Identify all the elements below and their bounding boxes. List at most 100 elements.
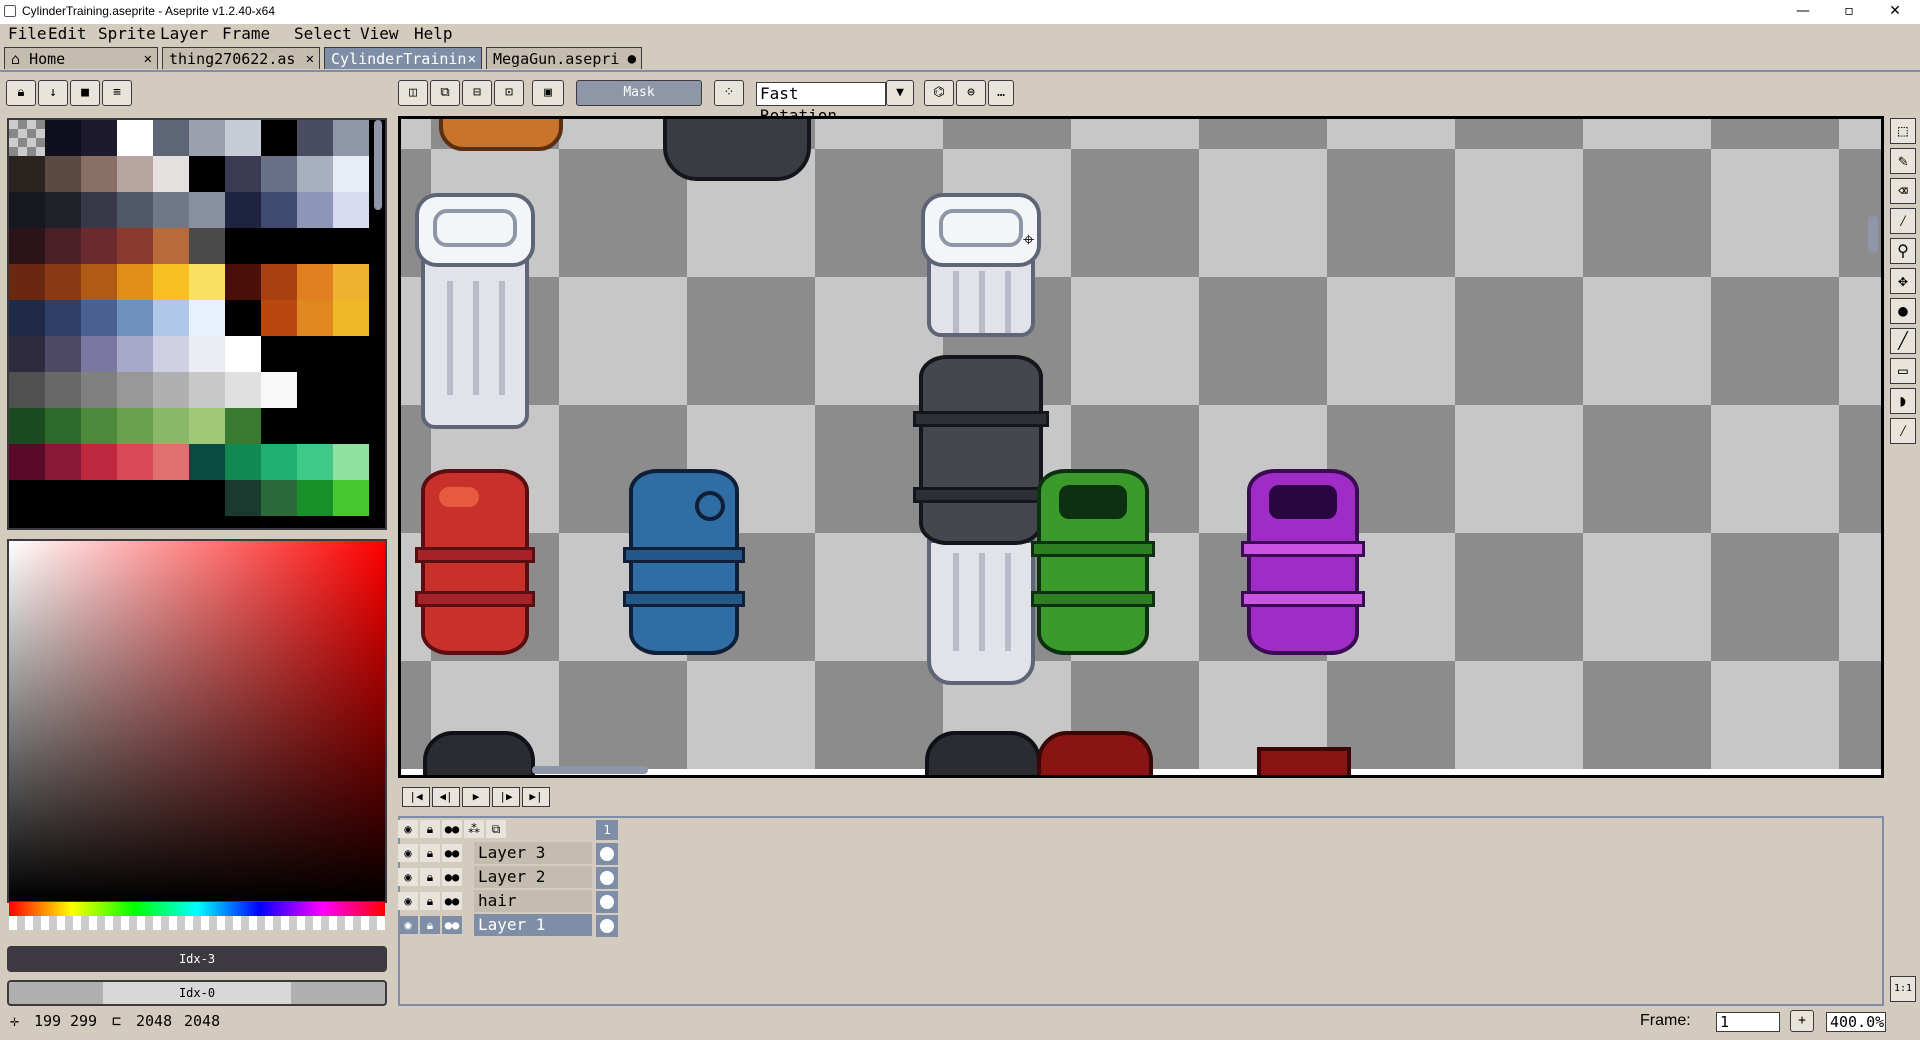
palette-swatch[interactable] [297,192,333,228]
down-arrow-icon[interactable]: ↓ [38,80,68,106]
palette-swatch[interactable] [261,300,297,336]
palette-swatch[interactable] [81,408,117,444]
palette-swatch[interactable] [261,336,297,372]
selection-replace-icon[interactable]: ◫ [398,80,428,106]
eye-icon[interactable]: ◉ [398,844,418,862]
layers-icon[interactable]: ⧉ [486,820,506,838]
menu-sprite[interactable]: Sprite [98,24,156,44]
move-icon[interactable]: ✥ [1890,268,1916,294]
palette-swatch[interactable] [297,300,333,336]
palette-swatch[interactable] [9,120,45,156]
eye-icon[interactable]: ◉ [398,916,418,934]
last-frame-icon[interactable]: ▶| [522,787,550,807]
menu-file[interactable]: File [8,24,47,44]
palette-swatch[interactable] [225,444,261,480]
pivot-icon[interactable]: ▣ [532,80,564,106]
palette-swatch[interactable] [81,228,117,264]
cel[interactable] [596,867,618,889]
add-frame-button[interactable]: + [1790,1010,1814,1032]
continuous-icon[interactable]: ●● [442,892,462,910]
palette-swatch[interactable] [225,192,261,228]
palette-swatch[interactable] [333,120,369,156]
palette-swatch[interactable] [297,120,333,156]
selection-intersect-icon[interactable]: ⊡ [494,80,524,106]
palette-swatch[interactable] [117,372,153,408]
tab-cylinder-training[interactable]: CylinderTrainin ✕ [324,47,482,69]
palette-swatch[interactable] [261,120,297,156]
palette-swatch[interactable] [297,408,333,444]
onion-skin-icon[interactable]: ⁂ [464,820,484,838]
palette-swatch[interactable] [45,300,81,336]
palette-swatch[interactable] [153,480,189,516]
lock-icon[interactable]: 🔒︎ [420,868,440,886]
palette-swatch[interactable] [9,156,45,192]
eye-icon[interactable]: ◉ [398,820,418,838]
lock-icon[interactable]: 🔒︎ [420,820,440,838]
layer-row[interactable]: ◉ 🔒︎ ●● Layer 3 [398,842,620,865]
palette-swatch[interactable] [333,336,369,372]
color-spectrum[interactable] [7,539,387,903]
palette-swatch[interactable] [153,336,189,372]
selection-add-icon[interactable]: ⧉ [430,80,460,106]
layer-row-selected[interactable]: ◉ 🔒︎ ●● Layer 1 [398,914,620,937]
tab-megagun[interactable]: MegaGun.asepri ● [486,47,642,69]
palette-swatch[interactable] [225,480,261,516]
palette-swatch[interactable] [9,228,45,264]
selection-subtract-icon[interactable]: ⊟ [462,80,492,106]
close-window-button[interactable]: ✕ [1872,0,1918,24]
palette-swatch[interactable] [153,444,189,480]
zoom-icon[interactable]: ⚲ [1890,238,1916,264]
palette-swatch[interactable] [189,156,225,192]
palette-swatch[interactable] [225,264,261,300]
palette-swatch[interactable] [333,480,369,516]
palette-swatch[interactable] [117,408,153,444]
previous-frame-icon[interactable]: ◀| [432,787,460,807]
palette-swatch[interactable] [297,156,333,192]
sprite-canvas[interactable]: ⌖ [398,116,1884,778]
palette-swatch[interactable] [45,372,81,408]
frame-header[interactable]: 1 [596,820,618,840]
palette-swatch[interactable] [81,192,117,228]
zoom-input[interactable]: 400.0% [1826,1012,1886,1032]
palette-swatch[interactable] [261,408,297,444]
cel[interactable] [596,843,618,865]
tab-home[interactable]: ⌂ Home ✕ [4,47,158,69]
palette-swatch[interactable] [261,192,297,228]
palette-swatch[interactable] [153,264,189,300]
palette-swatch[interactable] [45,408,81,444]
cel[interactable] [596,915,618,937]
contour-icon[interactable]: ◗ [1890,388,1916,414]
eyedropper-icon[interactable]: ⁄ [1890,208,1916,234]
frame-input[interactable]: 1 [1716,1012,1780,1032]
palette-swatch[interactable] [189,120,225,156]
continuous-icon[interactable]: ●● [442,820,462,838]
palette-swatch[interactable] [117,480,153,516]
menu-select[interactable]: Select [294,24,352,44]
palette-swatch[interactable] [117,120,153,156]
palette-swatch[interactable] [333,372,369,408]
menu-frame[interactable]: Frame [222,24,270,44]
next-frame-icon[interactable]: |▶ [492,787,520,807]
palette-swatch[interactable] [45,444,81,480]
square-icon[interactable]: ■ [70,80,100,106]
palette-swatch[interactable] [189,300,225,336]
alpha-slider[interactable] [9,916,385,930]
palette-swatch[interactable] [153,372,189,408]
palette-swatch[interactable] [81,264,117,300]
paint-bucket-icon[interactable]: ● [1890,298,1916,324]
layer-name[interactable]: Layer 1 [474,914,592,936]
blur-icon[interactable]: ⁄ [1890,418,1916,444]
menu-view[interactable]: View [360,24,399,44]
palette-swatch[interactable] [225,156,261,192]
eye-icon[interactable]: ◉ [398,868,418,886]
play-icon[interactable]: ▶ [462,787,490,807]
palette-swatch[interactable] [153,300,189,336]
palette-swatch[interactable] [225,408,261,444]
continuous-icon[interactable]: ●● [442,868,462,886]
palette-swatch[interactable] [9,372,45,408]
palette-swatch[interactable] [45,228,81,264]
eye-icon[interactable]: ◉ [398,892,418,910]
rectangle-icon[interactable]: ▭ [1890,358,1916,384]
color-palette[interactable] [7,118,387,530]
palette-swatch[interactable] [117,264,153,300]
